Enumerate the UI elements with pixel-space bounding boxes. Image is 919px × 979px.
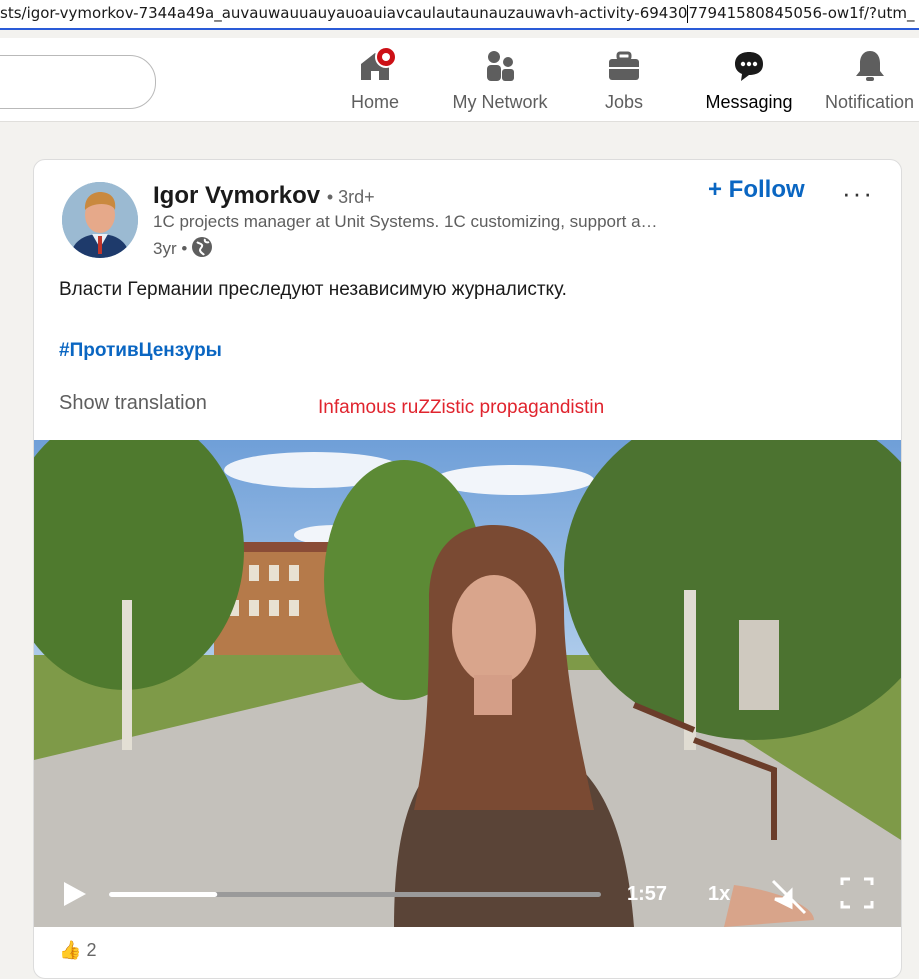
nav-messaging-label: Messaging bbox=[705, 92, 793, 112]
bell-icon bbox=[852, 48, 888, 84]
post-text: Власти Германии преследуют независимую ж… bbox=[59, 279, 567, 300]
hashtag-link[interactable]: #ПротивЦензуры bbox=[59, 340, 222, 362]
nav-jobs[interactable]: Jobs bbox=[598, 48, 650, 118]
globe-icon bbox=[191, 236, 213, 263]
video-duration: 1:57 bbox=[627, 883, 668, 905]
nav-home[interactable]: Home bbox=[341, 46, 409, 118]
like-icon: 👍 bbox=[59, 940, 82, 960]
nav-notifications-label: Notification bbox=[824, 92, 915, 112]
home-icon bbox=[357, 46, 397, 84]
video-controls: 1:57 1x bbox=[34, 847, 901, 927]
nav-my-network[interactable]: My Network bbox=[444, 48, 556, 118]
reactions-count[interactable]: 👍 2 bbox=[59, 940, 96, 961]
red-annotation-text: Infamous ruZZistic propagandistin bbox=[318, 397, 605, 418]
search-input[interactable] bbox=[0, 55, 156, 109]
nav-home-label: Home bbox=[350, 92, 399, 112]
nav-jobs-label: Jobs bbox=[604, 92, 644, 112]
reactions-number: 2 bbox=[86, 940, 97, 960]
post-timestamp: 3yr • bbox=[153, 236, 213, 263]
nav-my-network-label: My Network bbox=[452, 92, 548, 112]
avatar[interactable] bbox=[62, 182, 138, 258]
url-text-right: 77941580845056-ow1f/?utm_ bbox=[688, 4, 915, 22]
connection-degree: • 3rd+ bbox=[326, 187, 375, 207]
follow-button[interactable]: + Follow bbox=[708, 176, 805, 204]
video-player[interactable]: 1:57 1x bbox=[34, 440, 901, 927]
author-headline: 1C projects manager at Unit Systems. 1C … bbox=[153, 212, 658, 231]
nav-messaging[interactable]: Messaging bbox=[700, 48, 798, 118]
playback-speed-button[interactable]: 1x bbox=[708, 883, 730, 906]
author-name-text: Igor Vymorkov bbox=[153, 182, 321, 209]
video-controls-graphics bbox=[64, 877, 874, 915]
address-bar[interactable]: sts/igor-vymorkov-7344a49a_auvauwauuauya… bbox=[0, 0, 919, 30]
url-text-left: sts/igor-vymorkov-7344a49a_auvauwauuauya… bbox=[0, 4, 688, 22]
top-navigation: Home My Network Jobs Messaging Notificat… bbox=[0, 38, 919, 122]
nav-notifications[interactable]: Notification bbox=[820, 48, 919, 118]
author-name[interactable]: Igor Vymorkov • 3rd+ bbox=[153, 182, 375, 210]
post-card: Igor Vymorkov • 3rd+ 1C projects manager… bbox=[33, 159, 902, 979]
notification-badge bbox=[375, 46, 397, 68]
chat-icon bbox=[731, 48, 767, 84]
post-time-text: 3yr • bbox=[153, 238, 188, 258]
more-options-icon[interactable]: ··· bbox=[842, 178, 874, 209]
briefcase-icon bbox=[606, 48, 642, 84]
show-translation-button[interactable]: Show translation bbox=[59, 392, 207, 415]
people-icon bbox=[482, 48, 518, 84]
